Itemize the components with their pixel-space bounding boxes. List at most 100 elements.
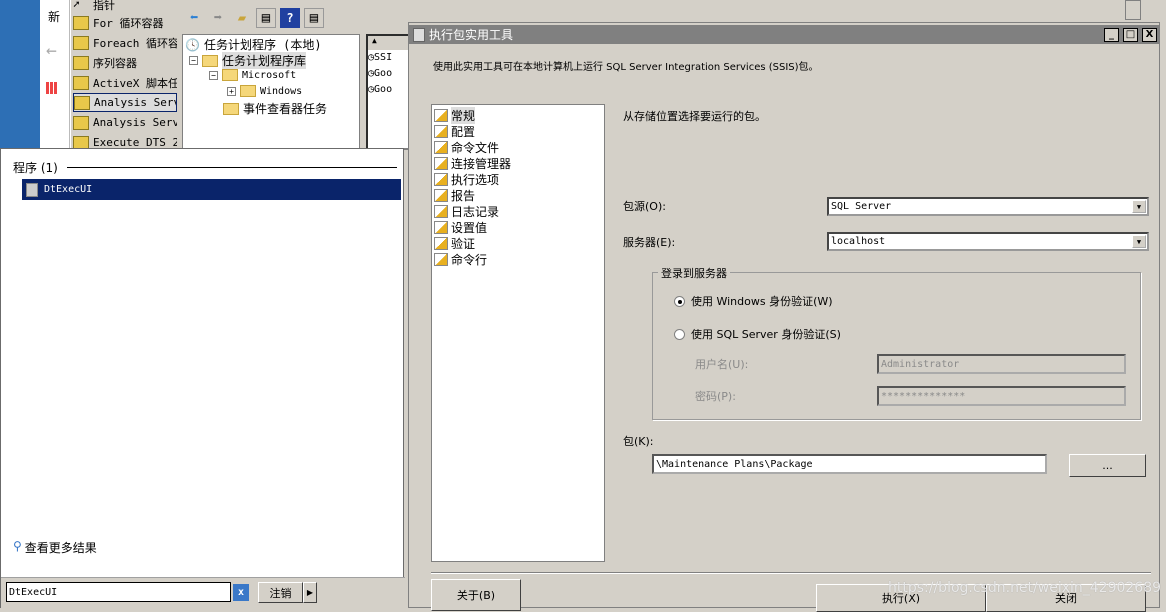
page-navigation: 常规 配置 命令文件 连接管理器 执行选项 报告 日志记录 设置值 验证 命令行 (431, 104, 605, 562)
nav-item[interactable]: 执行选项 (434, 171, 499, 187)
about-button[interactable]: 关于(B) (431, 579, 521, 611)
toolbox-item[interactable]: For 循环容器 (73, 13, 177, 32)
desktop-background (0, 0, 42, 150)
password-label: 密码(P): (695, 390, 736, 403)
tree-node-label: Windows (260, 85, 303, 97)
toolbox-item-label: Analysis Serv (93, 116, 177, 129)
browser-window: 新 ← (40, 0, 70, 150)
toolbox-item[interactable]: ➚ 指针 (73, 0, 177, 14)
analysis-icon (74, 95, 90, 110)
tree-node-root[interactable]: 🕓 任务计划程序 (本地) (185, 36, 322, 53)
toolbox-item[interactable]: Foreach 循环容 (73, 33, 177, 52)
nav-item[interactable]: 日志记录 (434, 203, 499, 219)
container-icon (73, 55, 89, 70)
nav-item[interactable]: 常规 (434, 106, 476, 124)
see-more-results-link[interactable]: ⚲ 查看更多结果 (13, 539, 97, 556)
nav-item-label: 日志记录 (451, 204, 500, 219)
toolbox-item-label: 序列容器 (93, 56, 137, 70)
scrollbar[interactable] (1125, 0, 1141, 20)
package-path-input[interactable]: \Maintenance Plans\Package (652, 454, 1047, 474)
section-header: 程序 (1) (13, 161, 58, 175)
tree-node-microsoft[interactable]: − Microsoft (209, 69, 296, 81)
description: 使用此实用工具可在本地计算机上运行 SQL Server Integration… (433, 62, 819, 73)
maximize-icon[interactable]: □ (1123, 27, 1138, 42)
search-result-item[interactable]: DtExecUI (22, 179, 401, 200)
browser-tab[interactable]: 新 (48, 8, 60, 25)
help-icon[interactable]: ? (280, 8, 300, 28)
login-group-title: 登录到服务器 (658, 265, 730, 281)
tree-node-windows[interactable]: + Windows (227, 85, 302, 97)
nav-item-label: 连接管理器 (451, 156, 512, 171)
page-wizard-icon (434, 236, 448, 250)
nav-item[interactable]: 报告 (434, 187, 475, 203)
search-input[interactable]: DtExecUI (6, 582, 231, 602)
page-wizard-icon (434, 108, 448, 122)
nav-item-label: 报告 (451, 188, 476, 203)
collapse-icon[interactable]: − (189, 56, 198, 65)
nav-item[interactable]: 命令行 (434, 251, 487, 267)
list-item[interactable]: ◷Goo (368, 66, 408, 82)
clock-icon: 🕓 (185, 37, 200, 52)
sort-header[interactable]: ▲ (368, 36, 408, 50)
apps-icon[interactable] (46, 82, 58, 94)
dropdown-arrow-icon[interactable]: ▼ (1132, 200, 1146, 213)
start-search-bar: DtExecUI x 注销 ▶ (1, 577, 405, 609)
list-item-label: Goo (374, 84, 393, 95)
toolbar: ⬅ ➡ ▰ ▤ ? ▤ (178, 6, 410, 30)
sql-auth-radio[interactable]: 使用 SQL Server 身份验证(S) (674, 326, 841, 342)
forward-icon[interactable]: ➡ (208, 8, 228, 28)
tree-node-event-viewer[interactable]: 事件查看器任务 (223, 100, 327, 117)
shutdown-options-arrow-icon[interactable]: ▶ (303, 582, 317, 603)
browse-button[interactable]: ... (1069, 454, 1146, 477)
page-wizard-icon (434, 172, 448, 186)
tree-node-library[interactable]: − 任务计划程序库 (189, 52, 307, 69)
username-input[interactable]: Administrator (877, 354, 1126, 374)
password-input[interactable]: ************** (877, 386, 1126, 406)
nav-item[interactable]: 验证 (434, 235, 475, 251)
minimize-icon[interactable]: _ (1104, 27, 1119, 42)
expand-icon[interactable]: + (227, 86, 236, 96)
task-list: ▲ ◷SSI ◷Goo ◷Goo (366, 34, 410, 150)
dropdown-arrow-icon[interactable]: ▼ (1132, 235, 1146, 248)
folder-icon (223, 102, 239, 115)
folder-icon (222, 69, 238, 81)
package-source-select[interactable]: SQL Server ▼ (827, 197, 1149, 216)
toolbox-item[interactable]: 序列容器 (73, 53, 177, 72)
folder-clock-icon (202, 54, 218, 67)
footer-divider (431, 572, 1151, 574)
execute-package-utility-dialog: 执行包实用工具 _ □ X 使用此实用工具可在本地计算机上运行 SQL Serv… (408, 22, 1160, 612)
nav-item-label: 设置值 (451, 220, 488, 235)
watermark: https://blog.csdn.net/weixin_42902689 (888, 580, 1162, 596)
radio-label: 使用 Windows 身份验证(W) (691, 295, 833, 308)
toolbox-item[interactable]: Analysis Serv (73, 113, 177, 132)
result-label: DtExecUI (44, 184, 93, 195)
nav-item[interactable]: 连接管理器 (434, 155, 511, 171)
page-wizard-icon (434, 124, 448, 138)
select-value: SQL Server (831, 201, 892, 212)
clear-search-icon[interactable]: x (233, 584, 249, 601)
list-item[interactable]: ◷SSI (368, 50, 408, 66)
nav-item[interactable]: 配置 (434, 123, 475, 139)
toolbox-item[interactable]: Analysis Serv (73, 93, 177, 112)
close-window-icon[interactable]: X (1142, 27, 1157, 42)
nav-item[interactable]: 设置值 (434, 219, 487, 235)
radio-unselected-icon[interactable] (674, 328, 685, 340)
application-icon (26, 182, 38, 197)
collapse-icon[interactable]: − (209, 70, 218, 80)
dialog-title: 执行包实用工具 (429, 28, 514, 42)
radio-selected-icon[interactable] (674, 295, 685, 307)
toolbox-item-label: For 循环容器 (93, 16, 164, 30)
logoff-button[interactable]: 注销 (258, 582, 303, 603)
instruction-text: 从存储位置选择要运行的包。 (623, 110, 766, 123)
server-select[interactable]: localhost ▼ (827, 232, 1149, 251)
back-icon[interactable]: ⬅ (184, 8, 204, 28)
back-arrow-icon[interactable]: ← (46, 40, 57, 61)
windows-auth-radio[interactable]: 使用 Windows 身份验证(W) (674, 293, 833, 309)
show-action-pane-icon[interactable]: ▤ (304, 8, 324, 28)
up-folder-icon[interactable]: ▰ (232, 8, 252, 28)
show-hide-tree-icon[interactable]: ▤ (256, 8, 276, 28)
nav-item[interactable]: 命令文件 (434, 139, 499, 155)
search-icon: ⚲ (13, 539, 22, 553)
list-item[interactable]: ◷Goo (368, 82, 408, 98)
toolbox-item[interactable]: ActiveX 脚本任 (73, 73, 177, 92)
